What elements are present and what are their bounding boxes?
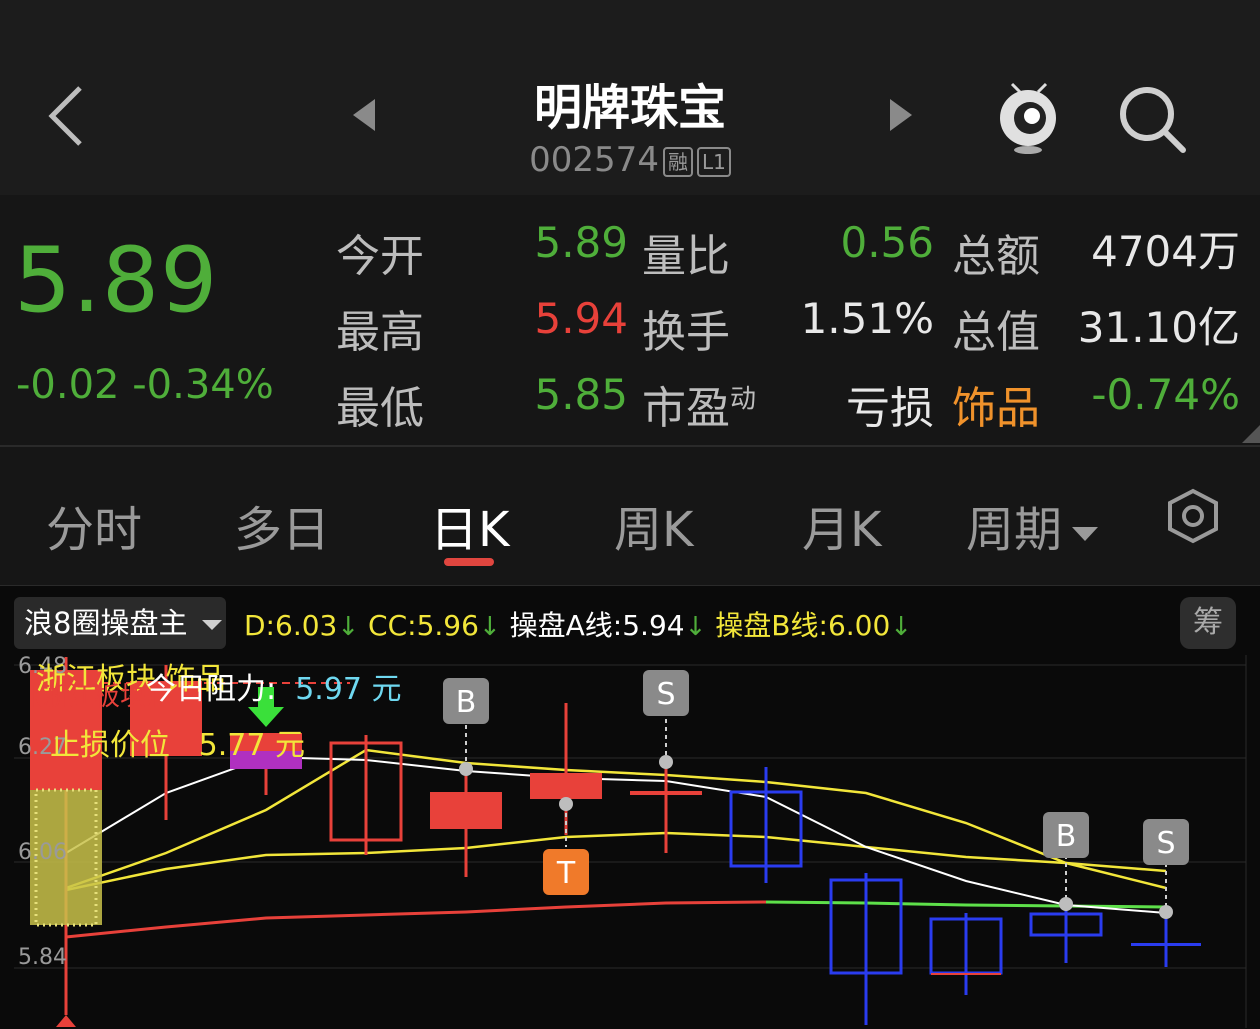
indicator-selector[interactable]: 浪8圈操盘主 bbox=[14, 597, 226, 649]
label-market-cap: 总值 bbox=[952, 307, 1040, 358]
value-pe: 亏损 bbox=[846, 383, 934, 434]
robot-icon bbox=[1000, 82, 1056, 154]
expand-corner-icon[interactable] bbox=[1242, 425, 1260, 443]
ind-d-label: D: bbox=[244, 609, 275, 642]
stoploss-value: 5.77 元 bbox=[198, 728, 305, 763]
indicator-values: D:6.03↓ CC:5.96↓ 操盘A线:5.94↓ 操盘B线:6.00↓ bbox=[244, 604, 912, 644]
settings-hexagon-icon bbox=[1168, 488, 1218, 544]
arrow-down-icon: ↓ bbox=[337, 612, 360, 642]
label-low: 最低 bbox=[336, 383, 424, 434]
stoploss-annotation: 止损价位 5.77 元 bbox=[50, 720, 305, 764]
kline-chart[interactable]: B S T B S bbox=[0, 585, 1260, 1028]
search-button[interactable] bbox=[1115, 82, 1190, 157]
margin-tag: 融 bbox=[662, 146, 693, 177]
candle-body bbox=[530, 773, 602, 799]
arrow-down-icon: ↓ bbox=[478, 612, 501, 642]
arrow-down-icon: ↓ bbox=[684, 612, 707, 642]
candle-body bbox=[1131, 943, 1201, 946]
ind-cc-label: CC: bbox=[368, 609, 417, 642]
stock-code: 002574 bbox=[529, 140, 659, 180]
ind-b-label: 操盘B线: bbox=[715, 609, 828, 642]
y-tick: 6.06 bbox=[18, 840, 67, 865]
value-market-cap: 31.10亿 bbox=[1077, 303, 1240, 352]
label-high: 最高 bbox=[336, 307, 424, 358]
signal-dot bbox=[1059, 897, 1073, 911]
y-tick: 5.84 bbox=[18, 945, 67, 970]
prev-stock-button[interactable] bbox=[345, 95, 385, 135]
label-amount: 总额 bbox=[952, 231, 1040, 282]
ind-b-value: 6.00 bbox=[827, 609, 891, 642]
label-sector[interactable]: 饰品 bbox=[952, 372, 1040, 436]
ma-green-line bbox=[765, 900, 1167, 909]
low-marker bbox=[56, 1015, 76, 1027]
candle-body bbox=[430, 792, 502, 829]
triangle-left-icon bbox=[353, 99, 375, 131]
assistant-robot-button[interactable] bbox=[992, 78, 1064, 158]
sell-signal-label: S bbox=[1156, 826, 1175, 861]
label-turnover: 换手 bbox=[642, 307, 730, 358]
caret-down-icon bbox=[201, 620, 222, 630]
stock-code-row: 002574 融 L1 bbox=[380, 140, 880, 180]
tab-daily-k[interactable]: 日K bbox=[430, 490, 509, 560]
caret-down-icon bbox=[1072, 527, 1099, 541]
ind-cc-value: 5.96 bbox=[416, 609, 479, 642]
value-turnover: 1.51% bbox=[800, 294, 934, 343]
stock-name: 明牌珠宝 bbox=[533, 80, 726, 136]
label-open: 今开 bbox=[336, 231, 424, 282]
chevron-left-icon bbox=[48, 86, 82, 146]
candles bbox=[30, 657, 1201, 1027]
label-pe: 市盈动 bbox=[642, 372, 756, 436]
price-change: -0.02 -0.34% bbox=[16, 362, 274, 408]
search-icon bbox=[1120, 87, 1186, 153]
value-sector: -0.74% bbox=[1091, 370, 1240, 419]
t-signal-label: T bbox=[556, 856, 576, 891]
value-low: 5.85 bbox=[534, 370, 628, 419]
next-stock-button[interactable] bbox=[880, 95, 920, 135]
ind-a-value: 5.94 bbox=[622, 609, 685, 642]
buy-signal-label: B bbox=[1056, 819, 1077, 854]
value-open: 5.89 bbox=[534, 218, 628, 267]
label-pe-text: 市盈 bbox=[642, 383, 730, 434]
level-tag: L1 bbox=[696, 146, 731, 177]
signal-dot bbox=[1159, 905, 1173, 919]
buy-signal-label: B bbox=[456, 685, 477, 720]
tab-multiday[interactable]: 多日 bbox=[234, 490, 330, 560]
signal-dot bbox=[459, 762, 473, 776]
tab-monthly-k[interactable]: 月K bbox=[802, 490, 881, 560]
arrow-down-icon: ↓ bbox=[890, 612, 913, 642]
ma-yellow-line-2 bbox=[65, 748, 1167, 890]
label-volume-ratio: 量比 bbox=[642, 231, 730, 282]
back-button[interactable] bbox=[40, 80, 100, 150]
resistance-value: 5.97 元 bbox=[295, 672, 402, 707]
signal-dot bbox=[559, 797, 573, 811]
sell-signal-label: S bbox=[656, 677, 675, 712]
tab-weekly-k[interactable]: 周K bbox=[614, 490, 693, 560]
signal-dot bbox=[659, 755, 673, 769]
change-percent: -0.34% bbox=[132, 362, 274, 408]
chip-distribution-button[interactable]: 筹 bbox=[1180, 597, 1236, 649]
stoploss-label: 止损价位 bbox=[50, 728, 170, 763]
triangle-right-icon bbox=[890, 99, 912, 131]
candle-body bbox=[630, 791, 702, 795]
label-pe-sup: 动 bbox=[730, 384, 757, 415]
ind-d-value: 6.03 bbox=[275, 609, 338, 642]
chart-settings-button[interactable] bbox=[1165, 488, 1221, 544]
tab-period-label: 周期 bbox=[966, 502, 1063, 558]
value-amount: 4704万 bbox=[1091, 227, 1240, 276]
resistance-annotation: 今日阻力: 5.97 元 bbox=[146, 664, 402, 708]
ma-red-line bbox=[65, 900, 767, 939]
indicator-name: 浪8圈操盘主 bbox=[24, 606, 188, 640]
change-amount: -0.02 bbox=[16, 362, 120, 408]
value-high: 5.94 bbox=[534, 294, 628, 343]
resistance-label: 今日阻力: bbox=[146, 672, 277, 707]
ind-a-label: 操盘A线: bbox=[509, 609, 623, 642]
active-tab-indicator bbox=[444, 558, 494, 566]
tab-intraday[interactable]: 分时 bbox=[46, 490, 142, 560]
value-volume-ratio: 0.56 bbox=[840, 218, 934, 267]
current-price: 5.89 bbox=[14, 228, 219, 333]
tab-period-dropdown[interactable]: 周期 bbox=[966, 490, 1100, 560]
